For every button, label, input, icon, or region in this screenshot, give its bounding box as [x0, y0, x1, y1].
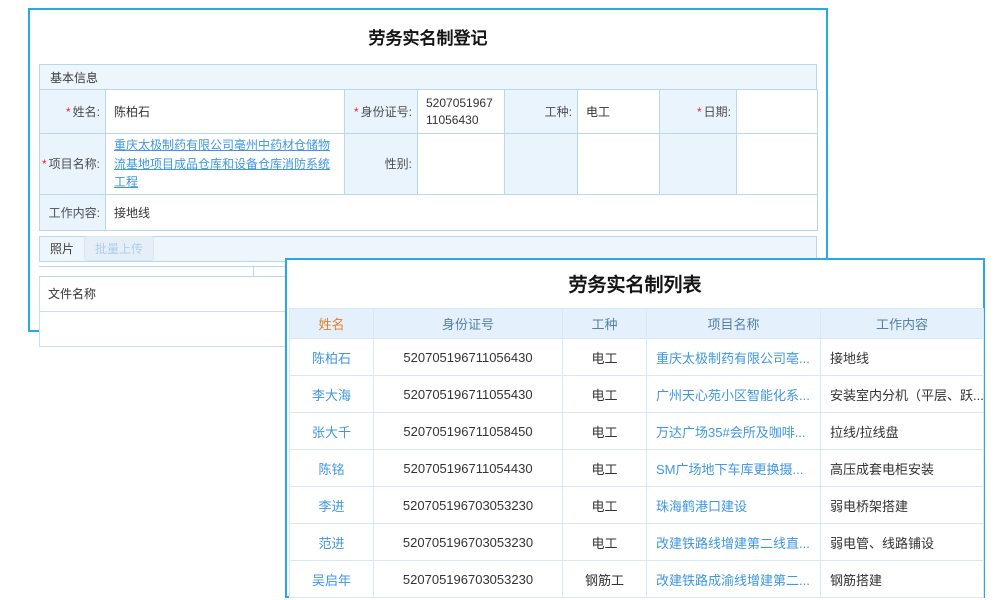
- worker-project-link[interactable]: SM广场地下车库更换摄...: [647, 450, 821, 487]
- id-label: *身份证号:: [345, 90, 418, 134]
- worker-worktype: 钢筋工: [563, 561, 647, 598]
- id-field[interactable]: 520705196711056430: [418, 90, 505, 134]
- column-header-worktype[interactable]: 工种: [563, 309, 647, 339]
- table-row: 张大千 520705196711058450 电工 万达广场35#会所及咖啡..…: [290, 413, 984, 450]
- table-row: 陈铭 520705196711054430 电工 SM广场地下车库更换摄... …: [290, 450, 984, 487]
- form-row-2: *项目名称: 重庆太极制药有限公司亳州中药材仓储物流基地项目成品仓库和设备仓库消…: [40, 134, 818, 195]
- page: 劳务实名制登记 基本信息 *姓名: 陈柏石 *身份证号: 52070519671…: [0, 0, 1000, 600]
- worker-worktype: 电工: [563, 339, 647, 376]
- worker-name-link[interactable]: 范进: [290, 524, 374, 561]
- worker-project-link[interactable]: 珠海鹤港口建设: [647, 487, 821, 524]
- form-row-3: 工作内容: 接地线: [40, 194, 818, 230]
- worker-content: 弱电桥架搭建: [821, 487, 984, 524]
- name-label: *姓名:: [40, 90, 106, 134]
- form-row-1: *姓名: 陈柏石 *身份证号: 520705196711056430 工种: 电…: [40, 90, 818, 134]
- worker-content: 弱电管、线路铺设: [821, 524, 984, 561]
- worker-id: 520705196703053230: [374, 524, 563, 561]
- worker-name-link[interactable]: 李大海: [290, 376, 374, 413]
- worker-name-link[interactable]: 陈铭: [290, 450, 374, 487]
- labor-list-table: 姓名 身份证号 工种 项目名称 工作内容 陈柏石 520705196711056…: [289, 308, 984, 598]
- content-label: 工作内容:: [40, 194, 106, 230]
- worker-project-link[interactable]: 改建铁路线增建第二线直...: [647, 524, 821, 561]
- worker-name-link[interactable]: 李进: [290, 487, 374, 524]
- worker-worktype: 电工: [563, 413, 647, 450]
- table-row: 范进 520705196703053230 电工 改建铁路线增建第二线直... …: [290, 524, 984, 561]
- column-header-project[interactable]: 项目名称: [647, 309, 821, 339]
- empty-label-cell: [660, 134, 737, 195]
- worker-content: 拉线/拉线盘: [821, 413, 984, 450]
- list-header-row: 姓名 身份证号 工种 项目名称 工作内容: [290, 309, 984, 339]
- gender-field[interactable]: [418, 134, 505, 195]
- worker-content: 安装室内分机（平层、跃...: [821, 376, 984, 413]
- worker-project-link[interactable]: 广州天心苑小区智能化系...: [647, 376, 821, 413]
- worker-id: 520705196711058450: [374, 413, 563, 450]
- date-field[interactable]: [737, 90, 818, 134]
- list-title: 劳务实名制列表: [289, 260, 981, 308]
- basic-info-grid: *姓名: 陈柏石 *身份证号: 520705196711056430 工种: 电…: [39, 89, 818, 231]
- list-card: 劳务实名制列表 姓名 身份证号 工种 项目名称 工作内容 陈柏石 5207051…: [285, 258, 985, 598]
- worker-id: 520705196711056430: [374, 339, 563, 376]
- table-row: 李进 520705196703053230 电工 珠海鹤港口建设 弱电桥架搭建: [290, 487, 984, 524]
- content-field[interactable]: 接地线: [106, 194, 818, 230]
- worker-project-link[interactable]: 万达广场35#会所及咖啡...: [647, 413, 821, 450]
- worker-name-link[interactable]: 张大千: [290, 413, 374, 450]
- column-header-content[interactable]: 工作内容: [821, 309, 984, 339]
- table-row: 李大海 520705196711055430 电工 广州天心苑小区智能化系...…: [290, 376, 984, 413]
- project-name-link[interactable]: 重庆太极制药有限公司亳州中药材仓储物流基地项目成品仓库和设备仓库消防系统工程: [114, 138, 330, 189]
- worker-project-link[interactable]: 改建铁路成渝线增建第二...: [647, 561, 821, 598]
- table-row: 吴启年 520705196703053230 钢筋工 改建铁路成渝线增建第二..…: [290, 561, 984, 598]
- batch-upload-button[interactable]: 批量上传: [84, 236, 154, 261]
- required-asterisk: *: [66, 105, 71, 119]
- worker-id: 520705196703053230: [374, 561, 563, 598]
- worker-id: 520705196711054430: [374, 450, 563, 487]
- column-header-name[interactable]: 姓名: [290, 309, 374, 339]
- section-basic-info: 基本信息: [39, 64, 817, 90]
- worktype-field[interactable]: 电工: [578, 90, 660, 134]
- empty-value-cell: [737, 134, 818, 195]
- gender-label: 性别:: [345, 134, 418, 195]
- project-label: *项目名称:: [40, 134, 106, 195]
- worker-content: 接地线: [821, 339, 984, 376]
- worker-worktype: 电工: [563, 524, 647, 561]
- required-asterisk: *: [42, 157, 47, 171]
- worker-name-link[interactable]: 陈柏石: [290, 339, 374, 376]
- name-field[interactable]: 陈柏石: [106, 90, 345, 134]
- section-photo-label: 照片: [50, 240, 74, 257]
- worker-id: 520705196703053230: [374, 487, 563, 524]
- column-header-id[interactable]: 身份证号: [374, 309, 563, 339]
- empty-value-cell: [578, 134, 660, 195]
- date-label: *日期:: [660, 90, 737, 134]
- worktype-label: 工种:: [505, 90, 578, 134]
- required-asterisk: *: [354, 105, 359, 119]
- worker-content: 钢筋搭建: [821, 561, 984, 598]
- form-title: 劳务实名制登记: [39, 10, 817, 64]
- project-field: 重庆太极制药有限公司亳州中药材仓储物流基地项目成品仓库和设备仓库消防系统工程: [106, 134, 345, 195]
- worker-worktype: 电工: [563, 487, 647, 524]
- worker-name-link[interactable]: 吴启年: [290, 561, 374, 598]
- section-basic-info-label: 基本信息: [50, 69, 98, 86]
- worker-id: 520705196711055430: [374, 376, 563, 413]
- table-row: 陈柏石 520705196711056430 电工 重庆太极制药有限公司亳...…: [290, 339, 984, 376]
- worker-content: 高压成套电柜安装: [821, 450, 984, 487]
- empty-label-cell: [505, 134, 578, 195]
- required-asterisk: *: [697, 105, 702, 119]
- worker-project-link[interactable]: 重庆太极制药有限公司亳...: [647, 339, 821, 376]
- worker-worktype: 电工: [563, 450, 647, 487]
- worker-worktype: 电工: [563, 376, 647, 413]
